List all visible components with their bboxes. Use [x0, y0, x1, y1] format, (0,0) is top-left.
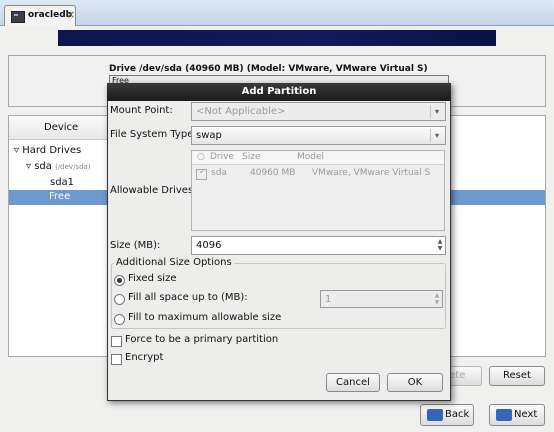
size-value: 4096	[196, 240, 222, 251]
primary-partition-label: Force to be a primary partition	[125, 334, 279, 345]
back-label: Back	[445, 409, 470, 420]
size-spinner[interactable]: 4096 ▲ ▼	[191, 236, 446, 255]
tree-item-label: Hard Drives	[22, 145, 82, 156]
next-button[interactable]: Next	[489, 404, 545, 426]
spin-arrows-icon[interactable]: ▲ ▼	[433, 292, 441, 307]
size-label: Size (MB):	[110, 240, 161, 251]
reset-button[interactable]: Reset	[489, 366, 545, 386]
allowable-drives-header: ○ Drive Size Model	[192, 151, 444, 165]
fs-type-label: File System Type:	[110, 129, 197, 140]
fill-up-to-value: 1	[325, 294, 332, 305]
drive-name: sda	[211, 168, 227, 178]
encrypt-label: Encrypt	[125, 352, 164, 363]
check-mark-icon: ✓	[199, 167, 206, 176]
dropdown-chevron-icon: ▾	[430, 105, 443, 118]
dropdown-chevron-icon: ▾	[430, 129, 443, 142]
tree-item-label: sda1	[50, 177, 75, 188]
next-label: Next	[514, 409, 538, 420]
tree-item-hard-drives[interactable]: ▿ Hard Drives	[14, 145, 81, 156]
fill-max-radio[interactable]	[114, 314, 125, 325]
mount-point-combo[interactable]: <Not Applicable> ▾	[191, 102, 446, 121]
expander-arrow-icon[interactable]: ▿	[14, 145, 19, 156]
tree-item-sublabel: (/dev/sda)	[55, 163, 91, 171]
encrypt-checkbox[interactable]	[111, 354, 122, 365]
drive-size: 40960 MB	[250, 168, 296, 178]
cancel-button[interactable]: Cancel	[326, 373, 380, 392]
vm-monitor-icon	[11, 11, 25, 23]
browser-tab-bar	[0, 0, 554, 26]
installer-banner	[58, 30, 496, 46]
tree-item-sda[interactable]: ▿ sda (/dev/sda)	[26, 161, 91, 172]
expander-arrow-icon[interactable]: ▿	[26, 161, 31, 172]
fill-max-label: Fill to maximum allowable size	[128, 312, 282, 323]
spin-arrows-icon[interactable]: ▲ ▼	[436, 238, 444, 253]
mount-point-label: Mount Point:	[110, 105, 173, 116]
fill-up-to-spinner[interactable]: 1 ▲ ▼	[320, 290, 443, 308]
device-column-header[interactable]: Device	[9, 116, 109, 140]
size-options-title: Additional Size Options	[114, 257, 234, 268]
fixed-size-label: Fixed size	[128, 273, 177, 284]
column-size[interactable]: Size	[242, 152, 260, 162]
mount-point-value: <Not Applicable>	[196, 106, 286, 117]
back-button[interactable]: Back	[420, 404, 474, 426]
drive-title: Drive /dev/sda (40960 MB) (Model: VMware…	[109, 64, 428, 74]
column-model[interactable]: Model	[297, 152, 324, 162]
fs-type-value: swap	[196, 130, 222, 141]
fill-up-to-radio[interactable]	[114, 294, 125, 305]
fixed-size-radio[interactable]	[114, 275, 125, 286]
back-arrow-icon	[427, 409, 443, 421]
radio-column-icon: ○	[197, 152, 205, 162]
allowable-drives-label: Allowable Drives:	[110, 185, 197, 196]
tab-close-icon[interactable]: ×	[66, 8, 75, 21]
next-arrow-icon	[496, 409, 512, 421]
drive-row-sda[interactable]: ✓ sda 40960 MB VMware, VMware Virtual S	[192, 167, 444, 181]
tab-oracledb[interactable]: oracledb ×	[4, 5, 76, 27]
column-drive[interactable]: Drive	[210, 152, 234, 162]
dialog-title: Add Partition	[107, 83, 451, 101]
tree-item-label: Free	[49, 191, 71, 202]
ok-button[interactable]: OK	[387, 373, 443, 392]
primary-partition-checkbox[interactable]	[111, 336, 122, 347]
fill-up-to-label: Fill all space up to (MB):	[128, 292, 248, 303]
tree-item-sda1[interactable]: sda1	[50, 177, 74, 188]
tree-item-label: sda	[34, 161, 52, 172]
drive-model: VMware, VMware Virtual S	[312, 168, 431, 178]
device-header-label: Device	[44, 122, 79, 133]
fs-type-select[interactable]: swap ▾	[191, 126, 446, 145]
